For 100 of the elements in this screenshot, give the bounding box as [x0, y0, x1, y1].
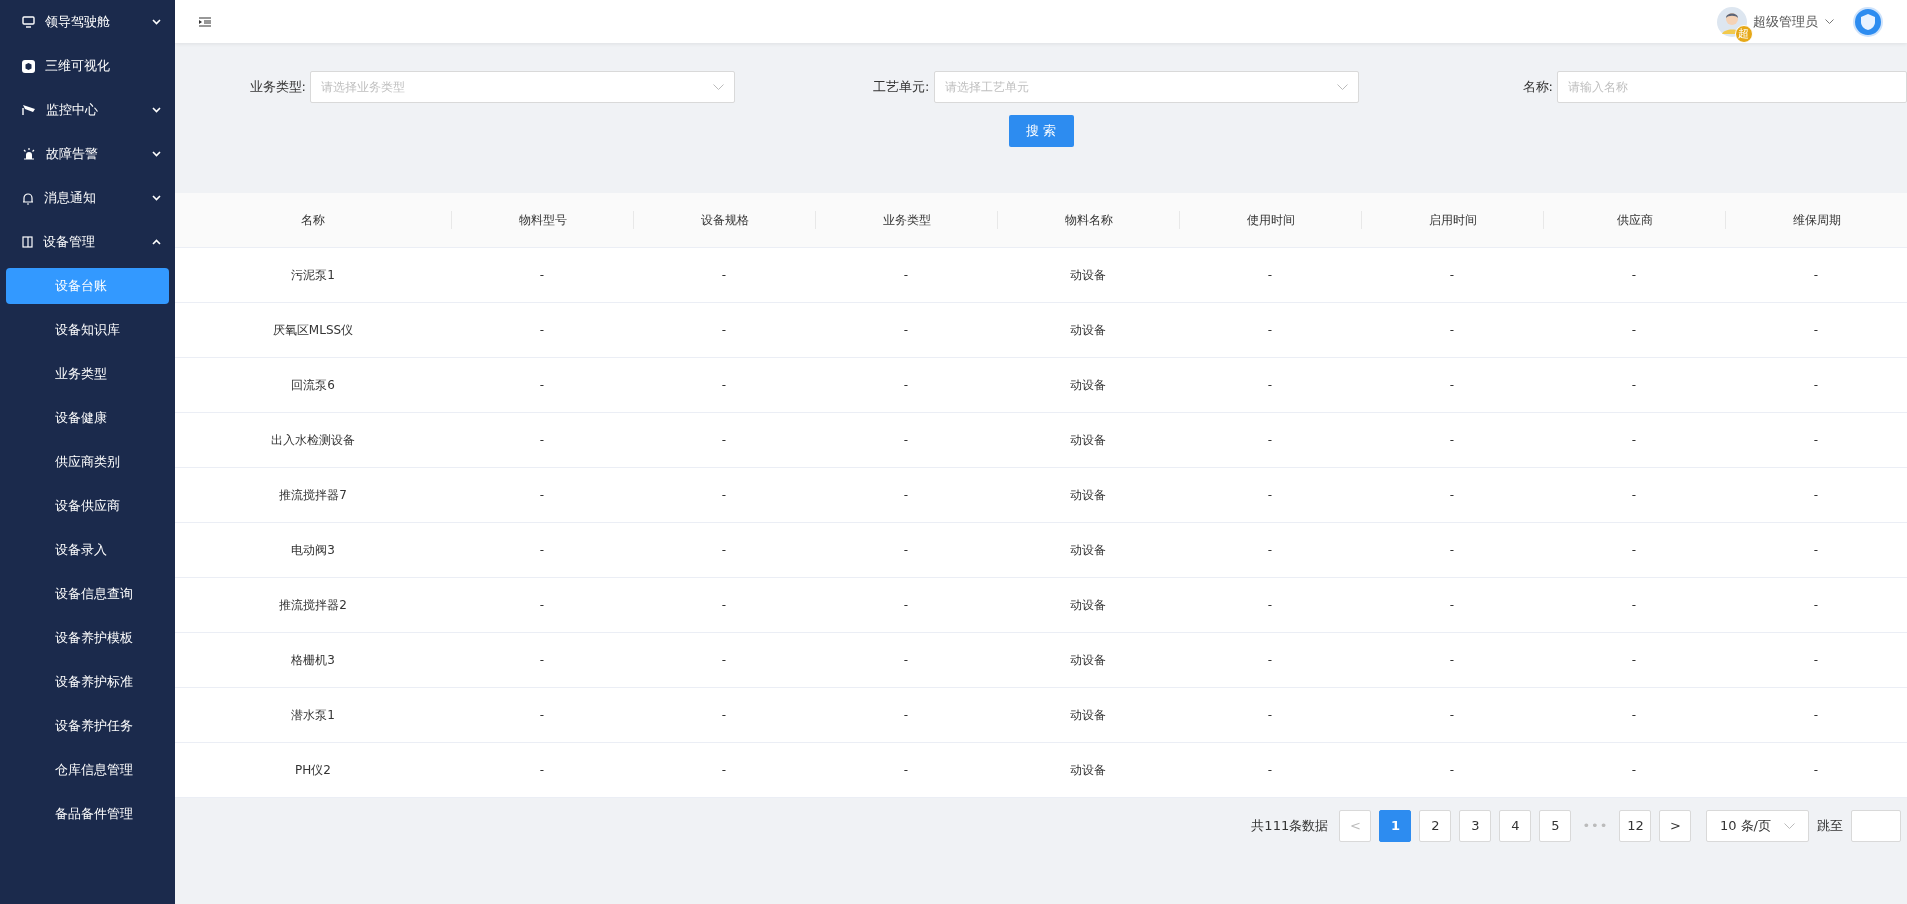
table-cell-text: - — [1448, 597, 1456, 614]
table-cell-text: - — [1448, 707, 1456, 724]
chevron-down-icon[interactable] — [152, 151, 161, 157]
table-cell-text: - — [538, 377, 546, 394]
table-cell-text: - — [902, 597, 910, 614]
column-header: 启用时间 — [1428, 213, 1477, 227]
table-cell-text: - — [1630, 652, 1638, 669]
table-cell-text: 动设备 — [1069, 652, 1107, 669]
avatar-icon[interactable] — [1716, 6, 1747, 37]
table-cell-text: 厌氧区MLSS仪 — [271, 322, 355, 339]
page-button[interactable]: 12 — [1619, 810, 1652, 842]
table-cell-text: - — [902, 377, 910, 394]
page-button[interactable]: 2 — [1419, 810, 1452, 842]
sidebar-subitem[interactable]: 设备健康 — [0, 396, 175, 440]
caret-icon — [1336, 84, 1348, 90]
sidebar-subitem[interactable]: 业务类型 — [0, 352, 175, 396]
table-cell-text: - — [538, 322, 546, 339]
table-cell-text: - — [1266, 707, 1274, 724]
table-cell-text: 动设备 — [1069, 762, 1107, 779]
chevron-up-icon[interactable] — [152, 239, 161, 245]
table-cell-text: - — [1812, 707, 1820, 724]
sidebar-item-label[interactable]: 监控中心 — [46, 100, 142, 120]
next-page-button[interactable]: > — [1659, 810, 1692, 842]
table-cell-text: - — [1266, 322, 1274, 339]
page-button[interactable]: 4 — [1499, 810, 1532, 842]
table-cell-text: 潜水泵1 — [290, 707, 336, 724]
column-header: 名称 — [301, 213, 325, 227]
sidebar-subitem[interactable]: 设备供应商 — [0, 484, 175, 528]
table-cell-text: - — [1812, 322, 1820, 339]
table-cell-text: 动设备 — [1069, 542, 1107, 559]
page-button[interactable]: 3 — [1459, 810, 1492, 842]
sidebar-subitem[interactable]: 设备信息查询 — [0, 572, 175, 616]
cube-icon — [22, 59, 35, 73]
table-cell-text: - — [1630, 432, 1638, 449]
table-cell-text: - — [1812, 487, 1820, 504]
total-count: 共111条数据 — [1251, 817, 1329, 836]
sidebar-subitem[interactable]: 设备养护标准 — [0, 660, 175, 704]
sidebar-subitem[interactable]: 设备录入 — [0, 528, 175, 572]
table-cell-text: - — [720, 542, 728, 559]
chevron-down-icon[interactable] — [152, 195, 161, 201]
table-cell-text: - — [1448, 322, 1456, 339]
table-cell-text: - — [902, 432, 910, 449]
column-header: 维保周期 — [1792, 213, 1841, 227]
table-cell-text: - — [1448, 432, 1456, 449]
table-cell-text: - — [1266, 377, 1274, 394]
filter-label: 业务类型: — [248, 78, 307, 97]
user-name[interactable]: 超级管理员 — [1753, 11, 1818, 32]
sidebar-item-label[interactable]: 三维可视化 — [45, 56, 161, 76]
table-cell-text: - — [1630, 762, 1638, 779]
table-cell-text: 动设备 — [1069, 267, 1107, 284]
table-cell-text: - — [538, 432, 546, 449]
table-cell-text: 动设备 — [1069, 707, 1107, 724]
table-cell-text: 推流搅拌器7 — [278, 487, 348, 504]
chevron-down-icon[interactable] — [152, 107, 161, 113]
page-size-select[interactable]: 10 条/页 — [1705, 810, 1809, 842]
table-cell-text: - — [720, 652, 728, 669]
table-cell-text: - — [902, 487, 910, 504]
shield-icon[interactable] — [1853, 6, 1883, 37]
filter-label: 工艺单元: — [872, 78, 931, 97]
table-cell-text: 回流泵6 — [290, 377, 336, 394]
table-cell-text: - — [538, 487, 546, 504]
table-cell-text: - — [1812, 542, 1820, 559]
table-cell-text: - — [1448, 487, 1456, 504]
table-cell-text: 动设备 — [1069, 487, 1107, 504]
caret-icon[interactable] — [1824, 18, 1834, 25]
menu-fold-icon[interactable] — [199, 16, 211, 27]
table-cell-text: - — [720, 322, 728, 339]
column-header: 供应商 — [1616, 213, 1653, 227]
table-cell-text: - — [538, 707, 546, 724]
table-cell-text: - — [538, 267, 546, 284]
table-cell-text: - — [1630, 377, 1638, 394]
sidebar-item-label[interactable]: 领导驾驶舱 — [45, 12, 142, 32]
chevron-down-icon[interactable] — [152, 19, 161, 25]
table-cell-text: - — [1812, 377, 1820, 394]
sidebar-item-label[interactable]: 故障告警 — [46, 144, 142, 164]
table-cell-text: - — [538, 762, 546, 779]
table-cell-text: - — [1266, 762, 1274, 779]
page-button[interactable]: 5 — [1539, 810, 1572, 842]
monitor-icon — [22, 16, 35, 28]
sidebar-subitem[interactable]: 设备养护任务 — [0, 704, 175, 748]
column-header: 物料名称 — [1064, 213, 1113, 227]
sidebar-subitem[interactable]: 备品备件管理 — [0, 792, 175, 836]
table-cell-text: - — [1630, 322, 1638, 339]
sidebar-subitem[interactable]: 仓库信息管理 — [0, 748, 175, 792]
sidebar-subitem[interactable]: 设备知识库 — [0, 308, 175, 352]
table-cell-text: - — [538, 652, 546, 669]
table-cell-text: - — [902, 762, 910, 779]
sidebar-subitem[interactable]: 设备养护模板 — [0, 616, 175, 660]
table-cell-text: - — [1448, 267, 1456, 284]
camera-icon — [22, 104, 36, 116]
table-cell-text: - — [1266, 597, 1274, 614]
page-jump-input[interactable] — [1851, 810, 1901, 842]
sidebar-item-label[interactable]: 消息通知 — [44, 188, 142, 208]
table-cell-text: PH仪2 — [294, 762, 332, 779]
sidebar-item-label[interactable]: 设备管理 — [43, 232, 142, 252]
table-cell-text: 电动阀3 — [290, 542, 336, 559]
ellipsis: ••• — [1581, 817, 1610, 836]
table-cell-text: - — [1266, 432, 1274, 449]
table-cell-text: - — [902, 652, 910, 669]
sidebar-subitem[interactable]: 供应商类别 — [0, 440, 175, 484]
